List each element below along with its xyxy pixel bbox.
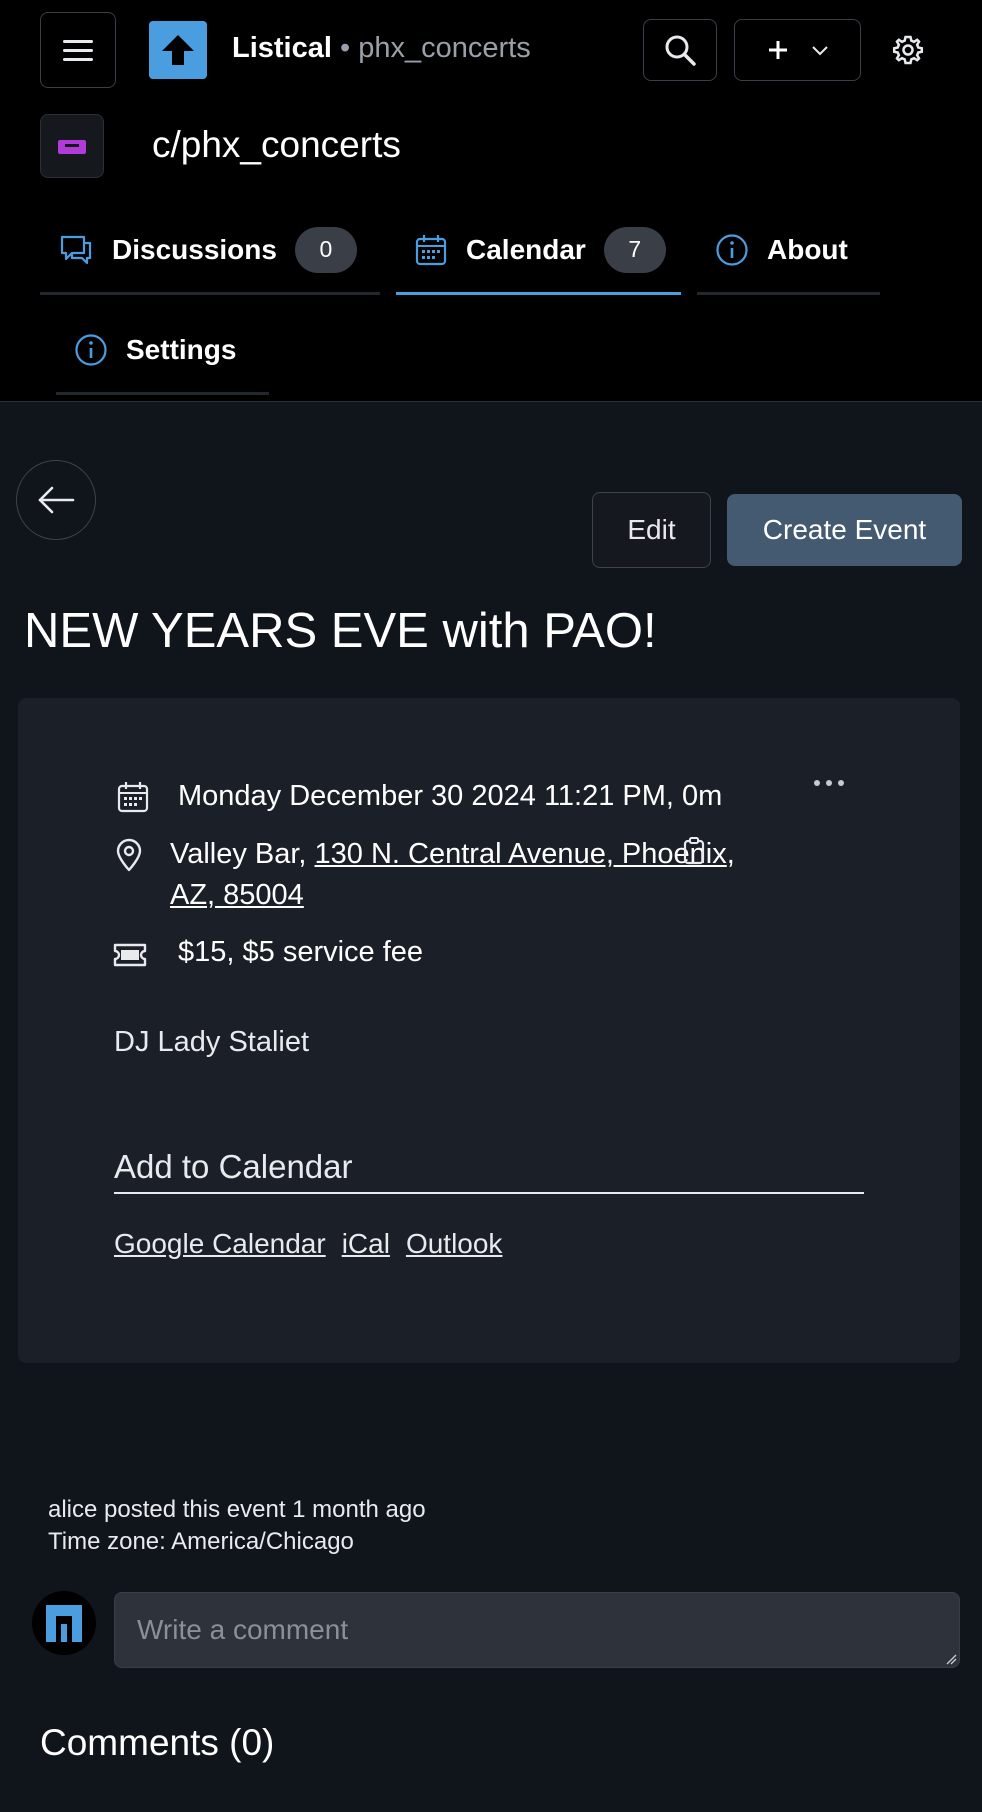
event-price: $15, $5 service fee [178, 936, 424, 968]
back-button[interactable] [16, 460, 96, 540]
chevron-down-icon [811, 46, 828, 56]
community-title: c/phx_concerts [152, 124, 401, 165]
search-icon [665, 35, 696, 66]
address-link[interactable]: 130 N. Central Avenue, Phoenix [315, 838, 727, 870]
copy-address-icon[interactable] [682, 836, 706, 871]
community-avatar-icon [40, 114, 104, 178]
breadcrumb-separator: • [340, 32, 351, 64]
settings-button[interactable] [882, 26, 934, 74]
info-icon [715, 233, 749, 267]
app-logo-icon[interactable] [149, 21, 207, 79]
resize-handle-icon[interactable] [945, 1653, 957, 1665]
google-calendar-link[interactable]: Google Calendar [114, 1228, 326, 1260]
gear-icon [892, 35, 924, 65]
tab-calendar[interactable]: Calendar 7 [396, 207, 681, 295]
posted-by-text: alice posted this event 1 month ago [48, 1496, 426, 1523]
menu-line [63, 48, 93, 52]
user-avatar[interactable] [32, 1591, 96, 1655]
top-header: Listical • phx_concerts c/phx_concerts D… [0, 0, 982, 402]
menu-line [63, 39, 93, 43]
breadcrumb-community[interactable]: phx_concerts [358, 32, 531, 64]
tab-label: Settings [126, 333, 237, 365]
info-icon [74, 333, 108, 367]
tab-label: Calendar [466, 233, 586, 265]
app-name[interactable]: Listical [232, 32, 332, 64]
event-details-card: Monday December 30 2024 11:21 PM, 0m Val… [18, 698, 960, 1363]
plus-icon [768, 41, 787, 59]
address-comma: , [726, 838, 735, 870]
outlook-link[interactable]: Outlook [406, 1228, 503, 1260]
tab-label: Discussions [112, 233, 277, 265]
more-options-icon[interactable] [814, 780, 844, 786]
menu-line [63, 57, 93, 61]
tab-settings[interactable]: Settings [56, 307, 269, 395]
calendar-icon [414, 233, 448, 267]
add-to-calendar-heading: Add to Calendar [114, 1148, 864, 1194]
timezone-text: Time zone: America/Chicago [48, 1528, 354, 1555]
create-event-button[interactable]: Create Event [727, 494, 962, 566]
tab-label: About [767, 233, 848, 265]
ical-link[interactable]: iCal [342, 1228, 390, 1260]
edit-button[interactable]: Edit [592, 492, 711, 568]
tab-discussions[interactable]: Discussions 0 [40, 207, 380, 295]
event-title: NEW YEARS EVE with PAO! [24, 604, 657, 658]
address-link-continued[interactable]: AZ, 85004 [170, 879, 304, 911]
arrow-left-icon [38, 486, 75, 514]
calendar-count-badge: 7 [603, 226, 666, 273]
venue-name: Valley Bar, [170, 838, 315, 870]
event-meta: alice posted this event 1 month ago Time… [48, 1494, 426, 1558]
discussions-count-badge: 0 [294, 226, 357, 273]
event-location: Valley Bar, 130 N. Central Avenue, Phoen… [170, 838, 735, 871]
search-button[interactable] [643, 19, 717, 81]
comment-placeholder: Write a comment [137, 1614, 349, 1645]
calendar-links: Google Calendar iCal Outlook [114, 1228, 502, 1260]
map-pin-icon [114, 838, 144, 877]
chat-bubbles-icon [58, 233, 94, 267]
brand-breadcrumb: Listical • phx_concerts [232, 32, 531, 65]
comment-input[interactable]: Write a comment [114, 1592, 960, 1668]
event-location-line2: AZ, 85004 [170, 879, 304, 912]
ticket-icon [112, 942, 148, 973]
comments-heading: Comments (0) [40, 1722, 275, 1763]
hamburger-menu-button[interactable] [40, 12, 116, 88]
create-menu-button[interactable] [734, 19, 861, 81]
event-datetime: Monday December 30 2024 11:21 PM, 0m [178, 780, 723, 812]
calendar-icon [116, 780, 150, 822]
tab-about[interactable]: About [697, 207, 880, 295]
event-description: DJ Lady Staliet [114, 1026, 310, 1058]
